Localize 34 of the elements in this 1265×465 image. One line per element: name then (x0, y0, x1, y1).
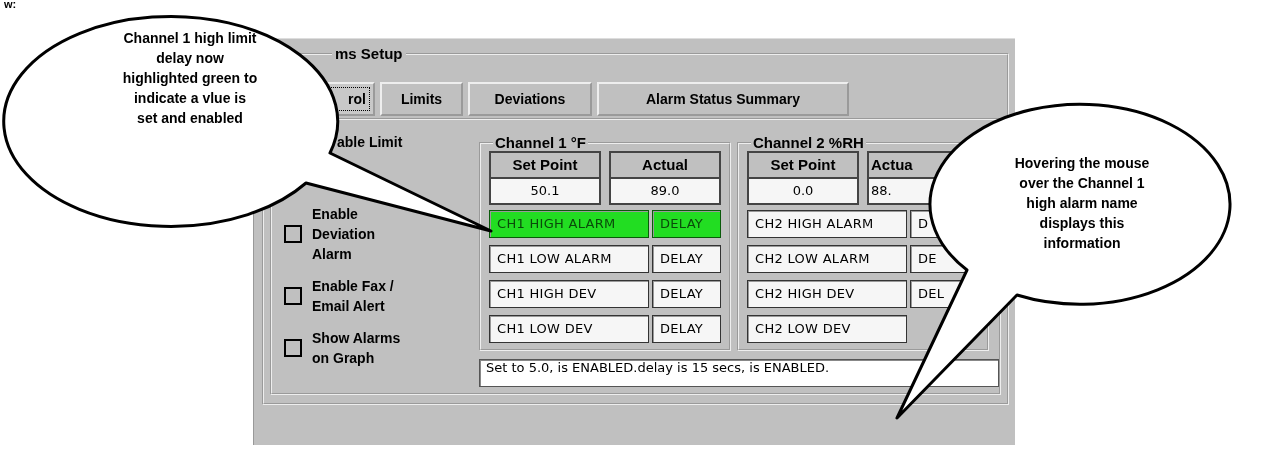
column-header: Set Point (489, 151, 601, 178)
cut-off-text: w: (4, 0, 17, 9)
tab[interactable]: Deviations (468, 82, 592, 116)
alarm-name-field[interactable]: CH2 LOW DEV (747, 315, 907, 343)
value-field: 0.0 (747, 178, 859, 205)
tab[interactable]: Limits (380, 82, 463, 116)
channel-title: Channel 1 °F (494, 134, 587, 151)
group-title: ms Setup (334, 45, 404, 62)
callout-text: Channel 1 high limit delay now highlighted green to indicate a vlue is set and enabled (121, 29, 259, 128)
checkbox-label: Enable Fax / Email Alert (312, 277, 395, 316)
value-field: 50.1 (489, 178, 601, 205)
checkbox-label: Show Alarms on Graph (312, 329, 402, 368)
tab[interactable]: Alarm Status Summary (597, 82, 849, 116)
delay-field[interactable]: DELAY (652, 210, 721, 238)
alarm-name-field[interactable]: CH1 LOW ALARM (489, 245, 649, 273)
delay-field[interactable]: DELAY (652, 280, 721, 308)
alarm-name-field[interactable]: CH2 LOW ALARM (747, 245, 907, 273)
value-field: 89.0 (609, 178, 721, 205)
delay-field[interactable]: DELAY (652, 315, 721, 343)
checkbox[interactable] (284, 225, 302, 243)
checkbox-label: able Limit (337, 134, 404, 150)
column-header: Actual (609, 151, 721, 178)
callout-text: Hovering the mouse over the Channel 1 high alarm name displays this information (1013, 154, 1151, 253)
delay-field[interactable]: DELAY (652, 245, 721, 273)
column-header: Set Point (747, 151, 859, 178)
alarm-name-field[interactable]: CH1 HIGH DEV (489, 280, 649, 308)
checkbox-label: Enable Deviation Alarm (312, 205, 376, 264)
alarm-name-field[interactable]: CH1 LOW DEV (489, 315, 649, 343)
channel-title: Channel 2 %RH (752, 134, 865, 151)
alarm-name-field[interactable]: CH2 HIGH ALARM (747, 210, 907, 238)
alarm-name-field[interactable]: CH1 HIGH ALARM (489, 210, 649, 238)
checkbox[interactable] (284, 287, 302, 305)
alarm-name-field[interactable]: CH2 HIGH DEV (747, 280, 907, 308)
checkbox[interactable] (284, 339, 302, 357)
